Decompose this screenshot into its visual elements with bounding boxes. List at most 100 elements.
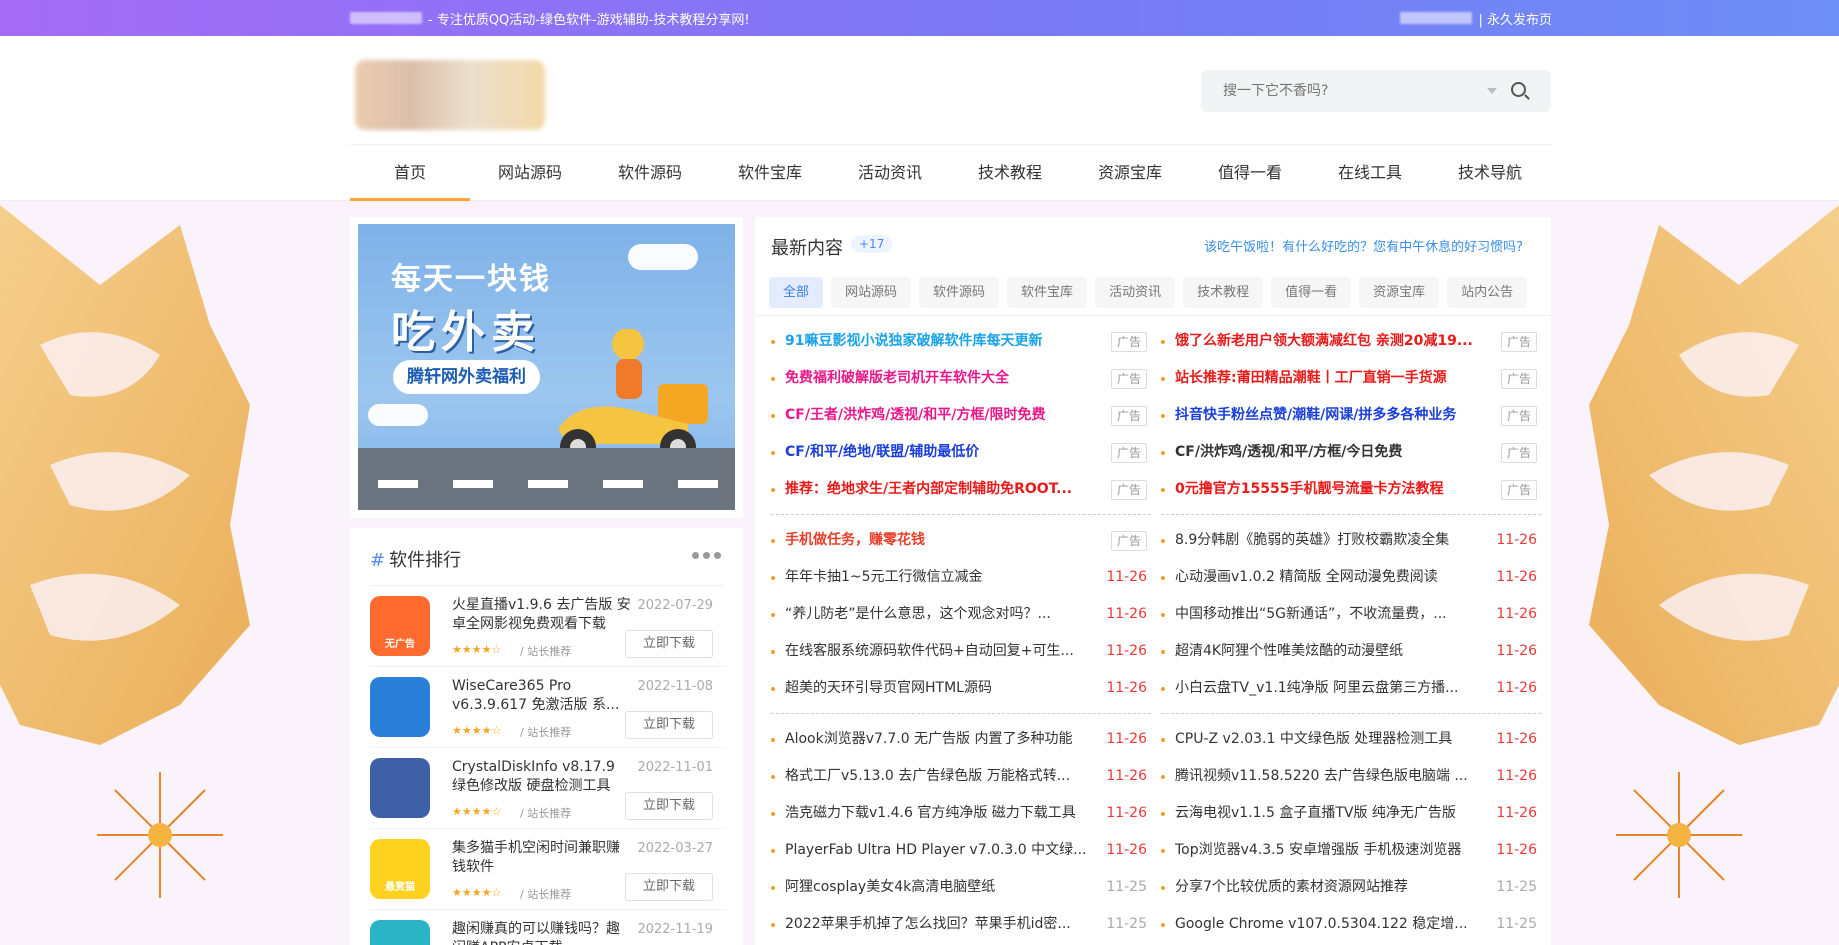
- shield-app-icon[interactable]: [370, 677, 430, 737]
- ranking-item-name[interactable]: 趣闲赚真的可以赚钱吗？趣闲赚APP安卓下载: [452, 920, 632, 945]
- takeout-banner[interactable]: 每天一块钱 吃外卖 腾轩网外卖福利: [358, 224, 735, 510]
- list-item-title[interactable]: 免费福利破解版老司机开车软件大全: [785, 360, 1095, 397]
- list-item[interactable]: 推荐：绝地求生/王者内部定制辅助免ROOT... 广告: [771, 471, 1151, 508]
- list-item[interactable]: 浩克磁力下载v1.4.6 官方纯净版 磁力下载工具 11-26: [771, 795, 1151, 832]
- list-item-title[interactable]: CF/王者/洪炸鸡/透视/和平/方框/限时免费: [785, 397, 1095, 434]
- list-item[interactable]: 超清4K阿狸个性唯美炫酷的动漫壁纸 11-26: [1161, 633, 1541, 670]
- cat-app-icon[interactable]: 悬赏猫: [370, 839, 430, 899]
- filter-tab[interactable]: 值得一看: [1271, 277, 1352, 308]
- list-item[interactable]: 云海电视v1.1.5 盒子直播TV版 纯净无广告版 11-26: [1161, 795, 1541, 832]
- list-item-title[interactable]: 在线客服系统源码软件代码+自动回复+可生...: [785, 633, 1095, 670]
- nav-home[interactable]: 首页: [350, 145, 470, 201]
- list-item-title[interactable]: 0元撸官方15555手机靓号流量卡方法教程: [1175, 471, 1485, 508]
- list-item-title[interactable]: CF/和平/绝地/联盟/辅助最低价: [785, 434, 1095, 471]
- earn-app-icon[interactable]: [370, 920, 430, 945]
- nav-tutorials[interactable]: 技术教程: [950, 145, 1070, 201]
- ranking-item-name[interactable]: 集多猫手机空闲时间兼职赚钱软件: [452, 839, 632, 877]
- ranking-item-name[interactable]: CrystalDiskInfo v8.17.9 绿色修改版 硬盘检测工具: [452, 758, 632, 796]
- list-item-title[interactable]: 中国移动推出“5G新通话”，不收流量费，...: [1175, 596, 1485, 633]
- ranking-item[interactable]: WiseCare365 Pro v6.3.9.617 免激活版 系... 2022…: [370, 667, 725, 748]
- disk-app-icon[interactable]: [370, 758, 430, 818]
- ranking-item[interactable]: 悬赏猫 集多猫手机空闲时间兼职赚钱软件 2022-03-27 ★★★★☆ / 站长推荐 立…: [370, 829, 725, 910]
- list-item-title[interactable]: 2022苹果手机掉了怎么找回？苹果手机id密...: [785, 906, 1095, 943]
- filter-tab[interactable]: 技术教程: [1183, 277, 1264, 308]
- list-item[interactable]: 小白云盘TV_v1.1纯净版 阿里云盘第三方播... 11-26: [1161, 670, 1541, 707]
- tv-app-icon[interactable]: 无广告: [370, 596, 430, 656]
- list-item-title[interactable]: PlayerFab Ultra HD Player v7.0.3.0 中文绿..…: [785, 832, 1095, 869]
- nav-software-library[interactable]: 软件宝库: [710, 145, 830, 201]
- list-item[interactable]: 超美的天环引导页官网HTML源码 11-26: [771, 670, 1151, 707]
- list-item-title[interactable]: Google Chrome v107.0.5304.122 稳定增...: [1175, 906, 1485, 943]
- list-item[interactable]: CF/王者/洪炸鸡/透视/和平/方框/限时免费 广告: [771, 397, 1151, 434]
- nav-software-source[interactable]: 软件源码: [590, 145, 710, 201]
- list-item[interactable]: CF/洪炸鸡/透视/和平/方框/今日免费 广告: [1161, 434, 1541, 471]
- nav-activity-news[interactable]: 活动资讯: [830, 145, 950, 201]
- search-icon[interactable]: [1511, 82, 1526, 97]
- lunch-topic-link[interactable]: 该吃午饭啦！有什么好吃的？您有中午休息的好习惯吗?: [1204, 236, 1523, 255]
- list-item-title[interactable]: 阿狸cosplay美女4k高清电脑壁纸: [785, 869, 1095, 906]
- list-item-title[interactable]: 格式工厂v5.13.0 去广告绿色版 万能格式转...: [785, 758, 1095, 795]
- list-item[interactable]: 腾讯视频v11.58.5220 去广告绿色版电脑端 ... 11-26: [1161, 758, 1541, 795]
- list-item-title[interactable]: 超清4K阿狸个性唯美炫酷的动漫壁纸: [1175, 633, 1485, 670]
- chevron-down-icon[interactable]: [1487, 88, 1497, 94]
- list-item[interactable]: 抖音快手粉丝点赞/潮鞋/网课/拼多多各种业务 广告: [1161, 397, 1541, 434]
- list-item[interactable]: 站长推荐:莆田精品潮鞋丨工厂直销一手货源 广告: [1161, 360, 1541, 397]
- list-item-title[interactable]: 年年卡抽1~5元工行微信立减金: [785, 559, 1095, 596]
- list-item[interactable]: CPU-Z v2.03.1 中文绿色版 处理器检测工具 11-26: [1161, 721, 1541, 758]
- filter-tab[interactable]: 软件源码: [919, 277, 1000, 308]
- list-item-title[interactable]: Alook浏览器v7.7.0 无广告版 内置了多种功能: [785, 721, 1095, 758]
- list-item[interactable]: 手机做任务，赚零花钱 广告: [771, 522, 1151, 559]
- filter-tab[interactable]: 站内公告: [1447, 277, 1528, 308]
- download-button[interactable]: 立即下载: [625, 630, 713, 658]
- ranking-item-name[interactable]: 火星直播v1.9.6 去广告版 安卓全网影视免费观看下载: [452, 596, 632, 634]
- nav-online-tools[interactable]: 在线工具: [1310, 145, 1430, 201]
- nav-website-source[interactable]: 网站源码: [470, 145, 590, 201]
- list-item[interactable]: 免费福利破解版老司机开车软件大全 广告: [771, 360, 1151, 397]
- list-item[interactable]: “养儿防老”是什么意思，这个观念对吗？... 11-26: [771, 596, 1151, 633]
- ranking-item[interactable]: 无广告 火星直播v1.9.6 去广告版 安卓全网影视免费观看下载 2022-07-2…: [370, 586, 725, 667]
- list-item-title[interactable]: 站长推荐:莆田精品潮鞋丨工厂直销一手货源: [1175, 360, 1485, 397]
- list-item[interactable]: 年年卡抽1~5元工行微信立减金 11-26: [771, 559, 1151, 596]
- list-item[interactable]: Alook浏览器v7.7.0 无广告版 内置了多种功能 11-26: [771, 721, 1151, 758]
- search-input[interactable]: [1201, 83, 1471, 99]
- list-item-title[interactable]: 8.9分韩剧《脆弱的英雄》打败校霸欺凌全集: [1175, 522, 1485, 559]
- list-item-title[interactable]: 云海电视v1.1.5 盒子直播TV版 纯净无广告版: [1175, 795, 1485, 832]
- ranking-item[interactable]: 趣闲赚真的可以赚钱吗？趣闲赚APP安卓下载 2022-11-19: [370, 910, 725, 945]
- list-item[interactable]: Top浏览器v4.3.5 安卓增强版 手机极速浏览器 11-26: [1161, 832, 1541, 869]
- list-item-title[interactable]: 抖音快手粉丝点赞/潮鞋/网课/拼多多各种业务: [1175, 397, 1485, 434]
- list-item-title[interactable]: 小白云盘TV_v1.1纯净版 阿里云盘第三方播...: [1175, 670, 1485, 707]
- nav-resources[interactable]: 资源宝库: [1070, 145, 1190, 201]
- list-item[interactable]: 心动漫画v1.0.2 精简版 全网动漫免费阅读 11-26: [1161, 559, 1541, 596]
- ranking-item[interactable]: CrystalDiskInfo v8.17.9 绿色修改版 硬盘检测工具 2022…: [370, 748, 725, 829]
- list-item-title[interactable]: 腾讯视频v11.58.5220 去广告绿色版电脑端 ...: [1175, 758, 1485, 795]
- filter-tab[interactable]: 软件宝库: [1007, 277, 1088, 308]
- list-item[interactable]: 格式工厂v5.13.0 去广告绿色版 万能格式转... 11-26: [771, 758, 1151, 795]
- filter-tab[interactable]: 活动资讯: [1095, 277, 1176, 308]
- list-item-title[interactable]: 推荐：绝地求生/王者内部定制辅助免ROOT...: [785, 471, 1095, 508]
- ranking-item-name[interactable]: WiseCare365 Pro v6.3.9.617 免激活版 系...: [452, 677, 632, 715]
- download-button[interactable]: 立即下载: [625, 711, 713, 739]
- list-item[interactable]: Google Chrome v107.0.5304.122 稳定增... 11-2…: [1161, 906, 1541, 943]
- list-item-title[interactable]: 浩克磁力下载v1.4.6 官方纯净版 磁力下载工具: [785, 795, 1095, 832]
- nav-worth-reading[interactable]: 值得一看: [1190, 145, 1310, 201]
- list-item[interactable]: 8.9分韩剧《脆弱的英雄》打败校霸欺凌全集 11-26: [1161, 522, 1541, 559]
- filter-tab[interactable]: 网站源码: [831, 277, 912, 308]
- filter-tab[interactable]: 资源宝库: [1359, 277, 1440, 308]
- list-item[interactable]: CF/和平/绝地/联盟/辅助最低价 广告: [771, 434, 1151, 471]
- list-item[interactable]: PlayerFab Ultra HD Player v7.0.3.0 中文绿..…: [771, 832, 1151, 869]
- list-item-title[interactable]: 分享7个比较优质的素材资源网站推荐: [1175, 869, 1485, 906]
- list-item-title[interactable]: 手机做任务，赚零花钱: [785, 522, 1095, 559]
- nav-tech-navigation[interactable]: 技术导航: [1430, 145, 1550, 201]
- list-item[interactable]: 阿狸cosplay美女4k高清电脑壁纸 11-25: [771, 869, 1151, 906]
- list-item-title[interactable]: CPU-Z v2.03.1 中文绿色版 处理器检测工具: [1175, 721, 1485, 758]
- list-item-title[interactable]: 91嘛豆影视小说独家破解软件库每天更新: [785, 323, 1095, 360]
- list-item-title[interactable]: 超美的天环引导页官网HTML源码: [785, 670, 1095, 707]
- more-icon[interactable]: [692, 552, 721, 559]
- download-button[interactable]: 立即下载: [625, 792, 713, 820]
- list-item[interactable]: 饿了么新老用户领大额满减红包 亲测20减19... 广告: [1161, 323, 1541, 360]
- list-item-title[interactable]: CF/洪炸鸡/透视/和平/方框/今日免费: [1175, 434, 1485, 471]
- list-item-title[interactable]: Top浏览器v4.3.5 安卓增强版 手机极速浏览器: [1175, 832, 1485, 869]
- list-item[interactable]: 中国移动推出“5G新通话”，不收流量费，... 11-26: [1161, 596, 1541, 633]
- list-item-title[interactable]: “养儿防老”是什么意思，这个观念对吗？...: [785, 596, 1095, 633]
- site-logo[interactable]: [355, 60, 545, 130]
